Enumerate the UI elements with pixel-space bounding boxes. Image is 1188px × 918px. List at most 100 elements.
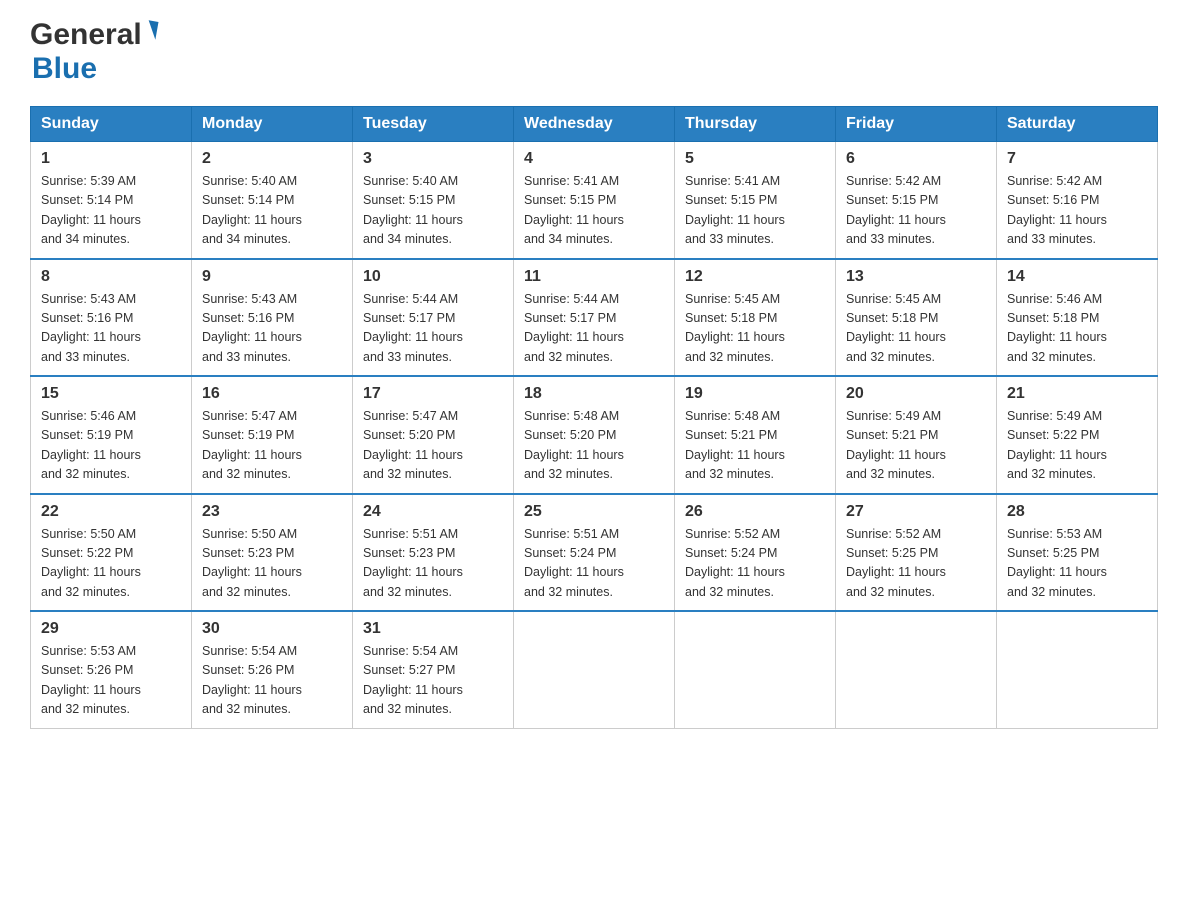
day-info: Sunrise: 5:42 AMSunset: 5:15 PMDaylight:… [846,174,946,246]
calendar-cell: 20 Sunrise: 5:49 AMSunset: 5:21 PMDaylig… [836,376,997,494]
day-info: Sunrise: 5:42 AMSunset: 5:16 PMDaylight:… [1007,174,1107,246]
calendar-cell: 4 Sunrise: 5:41 AMSunset: 5:15 PMDayligh… [514,142,675,259]
calendar-cell: 27 Sunrise: 5:52 AMSunset: 5:25 PMDaylig… [836,494,997,612]
day-info: Sunrise: 5:52 AMSunset: 5:25 PMDaylight:… [846,527,946,599]
day-number: 30 [202,620,342,638]
calendar-header-row: SundayMondayTuesdayWednesdayThursdayFrid… [31,107,1158,142]
day-number: 11 [524,268,664,286]
calendar-week-row: 22 Sunrise: 5:50 AMSunset: 5:22 PMDaylig… [31,494,1158,612]
day-number: 23 [202,503,342,521]
day-info: Sunrise: 5:48 AMSunset: 5:20 PMDaylight:… [524,409,624,481]
day-number: 26 [685,503,825,521]
day-number: 13 [846,268,986,286]
calendar-cell: 23 Sunrise: 5:50 AMSunset: 5:23 PMDaylig… [192,494,353,612]
calendar-cell: 30 Sunrise: 5:54 AMSunset: 5:26 PMDaylig… [192,611,353,728]
calendar-cell: 26 Sunrise: 5:52 AMSunset: 5:24 PMDaylig… [675,494,836,612]
calendar-cell [675,611,836,728]
calendar-cell: 24 Sunrise: 5:51 AMSunset: 5:23 PMDaylig… [353,494,514,612]
day-info: Sunrise: 5:44 AMSunset: 5:17 PMDaylight:… [363,292,463,364]
day-number: 2 [202,150,342,168]
calendar-header-wednesday: Wednesday [514,107,675,142]
calendar-header-tuesday: Tuesday [353,107,514,142]
day-number: 12 [685,268,825,286]
day-number: 17 [363,385,503,403]
calendar-week-row: 29 Sunrise: 5:53 AMSunset: 5:26 PMDaylig… [31,611,1158,728]
day-number: 25 [524,503,664,521]
calendar-cell: 29 Sunrise: 5:53 AMSunset: 5:26 PMDaylig… [31,611,192,728]
logo-line2: Blue [30,52,97,86]
page-header: General Blue [30,20,1158,86]
day-number: 19 [685,385,825,403]
day-number: 9 [202,268,342,286]
day-number: 22 [41,503,181,521]
calendar-cell: 28 Sunrise: 5:53 AMSunset: 5:25 PMDaylig… [997,494,1158,612]
day-info: Sunrise: 5:39 AMSunset: 5:14 PMDaylight:… [41,174,141,246]
day-info: Sunrise: 5:52 AMSunset: 5:24 PMDaylight:… [685,527,785,599]
day-info: Sunrise: 5:43 AMSunset: 5:16 PMDaylight:… [41,292,141,364]
day-info: Sunrise: 5:53 AMSunset: 5:25 PMDaylight:… [1007,527,1107,599]
calendar-cell: 14 Sunrise: 5:46 AMSunset: 5:18 PMDaylig… [997,259,1158,377]
day-number: 3 [363,150,503,168]
day-info: Sunrise: 5:41 AMSunset: 5:15 PMDaylight:… [685,174,785,246]
calendar-week-row: 15 Sunrise: 5:46 AMSunset: 5:19 PMDaylig… [31,376,1158,494]
calendar-cell: 3 Sunrise: 5:40 AMSunset: 5:15 PMDayligh… [353,142,514,259]
calendar-cell [514,611,675,728]
day-info: Sunrise: 5:44 AMSunset: 5:17 PMDaylight:… [524,292,624,364]
calendar-cell: 8 Sunrise: 5:43 AMSunset: 5:16 PMDayligh… [31,259,192,377]
calendar-cell [997,611,1158,728]
logo-general-text: General [30,20,142,50]
calendar-cell: 31 Sunrise: 5:54 AMSunset: 5:27 PMDaylig… [353,611,514,728]
day-number: 14 [1007,268,1147,286]
calendar-week-row: 1 Sunrise: 5:39 AMSunset: 5:14 PMDayligh… [31,142,1158,259]
day-info: Sunrise: 5:41 AMSunset: 5:15 PMDaylight:… [524,174,624,246]
logo-arrow-icon [145,20,158,39]
calendar-cell: 1 Sunrise: 5:39 AMSunset: 5:14 PMDayligh… [31,142,192,259]
day-number: 5 [685,150,825,168]
calendar-cell: 21 Sunrise: 5:49 AMSunset: 5:22 PMDaylig… [997,376,1158,494]
day-number: 7 [1007,150,1147,168]
day-number: 6 [846,150,986,168]
day-info: Sunrise: 5:50 AMSunset: 5:22 PMDaylight:… [41,527,141,599]
calendar-cell [836,611,997,728]
day-info: Sunrise: 5:49 AMSunset: 5:21 PMDaylight:… [846,409,946,481]
day-info: Sunrise: 5:46 AMSunset: 5:19 PMDaylight:… [41,409,141,481]
day-number: 8 [41,268,181,286]
calendar-header-saturday: Saturday [997,107,1158,142]
day-number: 10 [363,268,503,286]
calendar-cell: 22 Sunrise: 5:50 AMSunset: 5:22 PMDaylig… [31,494,192,612]
day-number: 15 [41,385,181,403]
day-number: 27 [846,503,986,521]
calendar-cell: 7 Sunrise: 5:42 AMSunset: 5:16 PMDayligh… [997,142,1158,259]
day-info: Sunrise: 5:45 AMSunset: 5:18 PMDaylight:… [685,292,785,364]
day-number: 24 [363,503,503,521]
day-number: 16 [202,385,342,403]
calendar-header-thursday: Thursday [675,107,836,142]
day-number: 1 [41,150,181,168]
day-info: Sunrise: 5:43 AMSunset: 5:16 PMDaylight:… [202,292,302,364]
day-info: Sunrise: 5:50 AMSunset: 5:23 PMDaylight:… [202,527,302,599]
day-info: Sunrise: 5:47 AMSunset: 5:19 PMDaylight:… [202,409,302,481]
day-info: Sunrise: 5:45 AMSunset: 5:18 PMDaylight:… [846,292,946,364]
calendar-cell: 16 Sunrise: 5:47 AMSunset: 5:19 PMDaylig… [192,376,353,494]
calendar-cell: 13 Sunrise: 5:45 AMSunset: 5:18 PMDaylig… [836,259,997,377]
day-number: 20 [846,385,986,403]
day-number: 31 [363,620,503,638]
calendar-week-row: 8 Sunrise: 5:43 AMSunset: 5:16 PMDayligh… [31,259,1158,377]
day-info: Sunrise: 5:54 AMSunset: 5:26 PMDaylight:… [202,644,302,716]
day-number: 29 [41,620,181,638]
calendar-cell: 19 Sunrise: 5:48 AMSunset: 5:21 PMDaylig… [675,376,836,494]
day-number: 18 [524,385,664,403]
logo-blue-text: Blue [32,52,97,85]
calendar-cell: 18 Sunrise: 5:48 AMSunset: 5:20 PMDaylig… [514,376,675,494]
day-info: Sunrise: 5:49 AMSunset: 5:22 PMDaylight:… [1007,409,1107,481]
day-info: Sunrise: 5:51 AMSunset: 5:23 PMDaylight:… [363,527,463,599]
day-info: Sunrise: 5:40 AMSunset: 5:15 PMDaylight:… [363,174,463,246]
calendar-cell: 5 Sunrise: 5:41 AMSunset: 5:15 PMDayligh… [675,142,836,259]
calendar-cell: 17 Sunrise: 5:47 AMSunset: 5:20 PMDaylig… [353,376,514,494]
day-info: Sunrise: 5:54 AMSunset: 5:27 PMDaylight:… [363,644,463,716]
logo-line1: General [30,20,157,50]
calendar-cell: 10 Sunrise: 5:44 AMSunset: 5:17 PMDaylig… [353,259,514,377]
day-info: Sunrise: 5:48 AMSunset: 5:21 PMDaylight:… [685,409,785,481]
day-info: Sunrise: 5:51 AMSunset: 5:24 PMDaylight:… [524,527,624,599]
day-info: Sunrise: 5:53 AMSunset: 5:26 PMDaylight:… [41,644,141,716]
